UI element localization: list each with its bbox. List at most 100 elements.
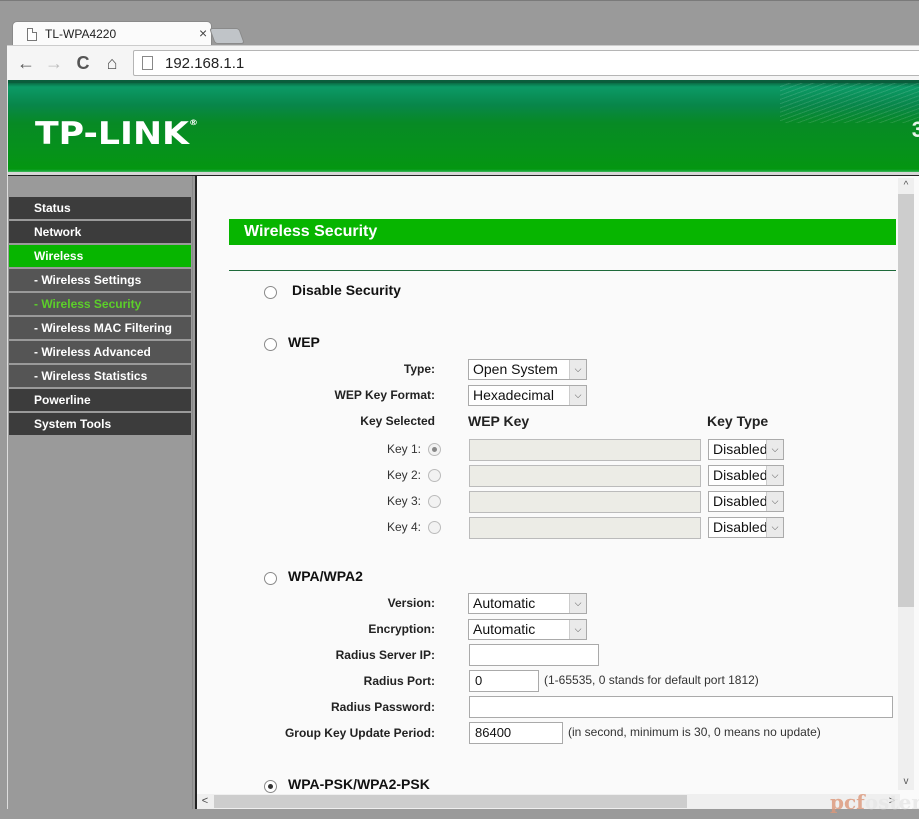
scroll-left-icon[interactable]: < bbox=[197, 794, 213, 809]
chevron-down-icon: ⌵ bbox=[569, 360, 586, 379]
wep-key-header: WEP Key bbox=[468, 413, 530, 429]
chevron-down-icon: ⌵ bbox=[569, 386, 586, 405]
sidebar-item-wireless-mac-filtering[interactable]: - Wireless MAC Filtering bbox=[9, 317, 191, 339]
banner-decoration bbox=[780, 83, 919, 123]
version-select[interactable]: Automatic ⌵ bbox=[468, 593, 587, 614]
sidebar-item-powerline[interactable]: Powerline bbox=[9, 389, 191, 411]
home-icon[interactable]: ⌂ bbox=[101, 52, 123, 74]
chevron-down-icon: ⌵ bbox=[766, 440, 783, 459]
new-tab-button[interactable] bbox=[209, 28, 245, 44]
forward-arrow-icon[interactable]: → bbox=[43, 52, 65, 74]
wpa-wpa2-radio[interactable] bbox=[264, 572, 277, 585]
horizontal-scrollbar[interactable]: < > bbox=[197, 794, 900, 809]
radius-password-input[interactable] bbox=[469, 696, 893, 718]
close-tab-icon[interactable]: × bbox=[199, 25, 207, 41]
wep-key-type-value: Disabled bbox=[713, 493, 768, 509]
page-icon bbox=[142, 56, 153, 70]
sidebar-item-status[interactable]: Status bbox=[9, 197, 191, 219]
wpa-psk-radio[interactable] bbox=[264, 780, 277, 793]
page-icon bbox=[27, 28, 37, 41]
wep-key-select-radio[interactable] bbox=[428, 521, 441, 534]
back-arrow-icon[interactable]: ← bbox=[15, 52, 37, 74]
wep-key-input[interactable] bbox=[469, 517, 701, 539]
wep-key-label: Key 3: bbox=[386, 494, 421, 508]
sidebar-item-wireless[interactable]: Wireless bbox=[9, 245, 191, 267]
sidebar-item-wireless-advanced[interactable]: - Wireless Advanced bbox=[9, 341, 191, 363]
reload-icon[interactable]: C bbox=[72, 52, 94, 74]
disable-security-label: Disable Security bbox=[292, 282, 401, 298]
wep-type-select[interactable]: Open System ⌵ bbox=[468, 359, 587, 380]
browser-toolbar: ← → C ⌂ 192.168.1.1 bbox=[7, 45, 919, 80]
chevron-down-icon: ⌵ bbox=[766, 492, 783, 511]
encryption-value: Automatic bbox=[473, 621, 536, 637]
wep-key-type-select[interactable]: Disabled ⌵ bbox=[708, 465, 784, 486]
sidebar: Status Network Wireless - Wireless Settings… bbox=[8, 176, 193, 809]
browser-tabstrip: TL-WPA4220 × bbox=[0, 0, 919, 47]
horizontal-scroll-thumb[interactable] bbox=[214, 795, 687, 808]
chevron-down-icon: ⌵ bbox=[766, 466, 783, 485]
encryption-select[interactable]: Automatic ⌵ bbox=[468, 619, 587, 640]
key-selected-header: Key Selected bbox=[360, 414, 435, 428]
wep-key-type-value: Disabled bbox=[713, 441, 768, 457]
title-divider bbox=[229, 270, 896, 271]
wpa-psk-label: WPA-PSK/WPA2-PSK bbox=[288, 776, 430, 792]
wep-key-type-select[interactable]: Disabled ⌵ bbox=[708, 439, 784, 460]
wep-key-format-value: Hexadecimal bbox=[473, 387, 554, 403]
radius-port-input[interactable]: 0 bbox=[469, 670, 539, 692]
wep-key-select-radio[interactable] bbox=[428, 469, 441, 482]
main-content: Wireless Security Disable Security WEP T… bbox=[195, 176, 919, 809]
radius-server-ip-label: Radius Server IP: bbox=[335, 648, 435, 662]
version-label: Version: bbox=[387, 596, 435, 610]
vertical-scrollbar[interactable]: ^ v bbox=[898, 178, 914, 790]
registered-mark: ® bbox=[188, 118, 198, 127]
group-key-update-input[interactable]: 86400 bbox=[469, 722, 563, 744]
scroll-up-icon[interactable]: ^ bbox=[898, 178, 914, 194]
radius-port-label: Radius Port: bbox=[363, 674, 435, 688]
address-text[interactable]: 192.168.1.1 bbox=[165, 55, 244, 72]
wep-key-label: Key 1: bbox=[386, 442, 421, 456]
sidebar-item-wireless-statistics[interactable]: - Wireless Statistics bbox=[9, 365, 191, 387]
wep-key-select-radio[interactable] bbox=[428, 495, 441, 508]
watermark-part2: oster bbox=[864, 790, 919, 814]
address-bar[interactable]: 192.168.1.1 bbox=[133, 50, 919, 76]
sidebar-item-system-tools[interactable]: System Tools bbox=[9, 413, 191, 435]
chevron-down-icon: ⌵ bbox=[766, 518, 783, 537]
disable-security-radio[interactable] bbox=[264, 286, 277, 299]
wep-key-format-label: WEP Key Format: bbox=[334, 388, 435, 402]
page-title: Wireless Security bbox=[229, 219, 896, 245]
wep-key-input[interactable] bbox=[469, 491, 701, 513]
radius-port-hint: (1-65535, 0 stands for default port 1812… bbox=[544, 673, 759, 687]
wep-key-select-radio[interactable] bbox=[428, 443, 441, 456]
wep-key-label: Key 4: bbox=[386, 520, 421, 534]
wep-key-input[interactable] bbox=[469, 465, 701, 487]
wep-type-value: Open System bbox=[473, 361, 558, 377]
watermark: pcfoster bbox=[830, 790, 919, 814]
wep-key-type-select[interactable]: Disabled ⌵ bbox=[708, 517, 784, 538]
browser-tab[interactable]: TL-WPA4220 × bbox=[12, 21, 212, 47]
wep-label: WEP bbox=[288, 334, 320, 350]
sidebar-item-wireless-settings[interactable]: - Wireless Settings bbox=[9, 269, 191, 291]
version-value: Automatic bbox=[473, 595, 536, 611]
logo-text: TP-LINK bbox=[35, 116, 189, 152]
sidebar-menu: Status Network Wireless - Wireless Settings… bbox=[9, 197, 191, 437]
wep-key-type-select[interactable]: Disabled ⌵ bbox=[708, 491, 784, 512]
wep-key-format-select[interactable]: Hexadecimal ⌵ bbox=[468, 385, 587, 406]
group-key-update-hint: (in second, minimum is 30, 0 means no up… bbox=[568, 725, 821, 739]
radius-server-ip-input[interactable] bbox=[469, 644, 599, 666]
wep-radio[interactable] bbox=[264, 338, 277, 351]
chevron-down-icon: ⌵ bbox=[569, 620, 586, 639]
key-type-header: Key Type bbox=[707, 413, 769, 429]
tp-link-logo: TP-LINK® bbox=[35, 116, 198, 152]
chevron-down-icon: ⌵ bbox=[569, 594, 586, 613]
watermark-part1: pcf bbox=[830, 790, 865, 814]
wep-key-input[interactable] bbox=[469, 439, 701, 461]
scroll-down-icon[interactable]: v bbox=[898, 774, 914, 790]
sidebar-item-network[interactable]: Network bbox=[9, 221, 191, 243]
wep-key-type-value: Disabled bbox=[713, 467, 768, 483]
radius-password-label: Radius Password: bbox=[330, 700, 435, 714]
sidebar-item-wireless-security[interactable]: - Wireless Security bbox=[9, 293, 191, 315]
wep-key-label: Key 2: bbox=[386, 468, 421, 482]
wpa-wpa2-label: WPA/WPA2 bbox=[288, 568, 363, 584]
vertical-scroll-thumb[interactable] bbox=[898, 194, 914, 607]
tab-title: TL-WPA4220 bbox=[45, 27, 117, 41]
